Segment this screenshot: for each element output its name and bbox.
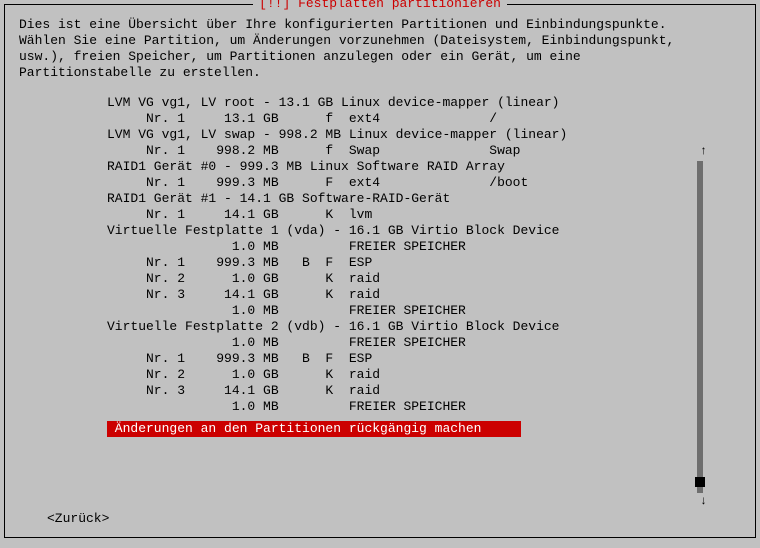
list-item[interactable]: RAID1 Gerät #1 - 14.1 GB Software-RAID-G… xyxy=(107,191,695,207)
list-item[interactable]: Nr. 1 999.3 MB B F ESP xyxy=(107,255,695,271)
list-item[interactable]: Nr. 1 999.3 MB B F ESP xyxy=(107,351,695,367)
list-item[interactable]: Virtuelle Festplatte 2 (vdb) - 16.1 GB V… xyxy=(107,319,695,335)
list-item[interactable]: RAID1 Gerät #0 - 999.3 MB Linux Software… xyxy=(107,159,695,175)
partition-list[interactable]: LVM VG vg1, LV root - 13.1 GB Linux devi… xyxy=(107,95,695,415)
list-item[interactable]: 1.0 MB FREIER SPEICHER xyxy=(107,335,695,351)
scroll-up-icon[interactable]: ↑ xyxy=(700,143,707,159)
list-item[interactable]: 1.0 MB FREIER SPEICHER xyxy=(107,303,695,319)
list-item[interactable]: LVM VG vg1, LV root - 13.1 GB Linux devi… xyxy=(107,95,695,111)
list-item[interactable]: Nr. 3 14.1 GB K raid xyxy=(107,287,695,303)
dialog-title: [!!] Festplatten partitionieren xyxy=(253,0,507,12)
scrollbar-thumb[interactable] xyxy=(695,477,705,487)
list-item[interactable]: Nr. 1 998.2 MB f Swap Swap xyxy=(107,143,695,159)
back-button[interactable]: <Zurück> xyxy=(47,511,109,527)
scroll-down-icon[interactable]: ↓ xyxy=(700,493,707,509)
list-item[interactable]: 1.0 MB FREIER SPEICHER xyxy=(107,239,695,255)
list-item[interactable]: LVM VG vg1, LV swap - 998.2 MB Linux dev… xyxy=(107,127,695,143)
list-item[interactable]: Nr. 2 1.0 GB K raid xyxy=(107,367,695,383)
scrollbar[interactable] xyxy=(697,161,703,493)
list-item[interactable]: Nr. 1 14.1 GB K lvm xyxy=(107,207,695,223)
list-item[interactable]: Nr. 3 14.1 GB K raid xyxy=(107,383,695,399)
list-item[interactable]: Nr. 2 1.0 GB K raid xyxy=(107,271,695,287)
partition-dialog: [!!] Festplatten partitionieren Dies ist… xyxy=(4,4,756,538)
list-item[interactable]: Nr. 1 13.1 GB f ext4 / xyxy=(107,111,695,127)
selected-action-undo[interactable]: Änderungen an den Partitionen rückgängig… xyxy=(107,421,521,437)
intro-text: Dies ist eine Übersicht über Ihre konfig… xyxy=(19,17,741,81)
list-item[interactable]: 1.0 MB FREIER SPEICHER xyxy=(107,399,695,415)
list-item[interactable]: Virtuelle Festplatte 1 (vda) - 16.1 GB V… xyxy=(107,223,695,239)
list-item[interactable]: Nr. 1 999.3 MB F ext4 /boot xyxy=(107,175,695,191)
